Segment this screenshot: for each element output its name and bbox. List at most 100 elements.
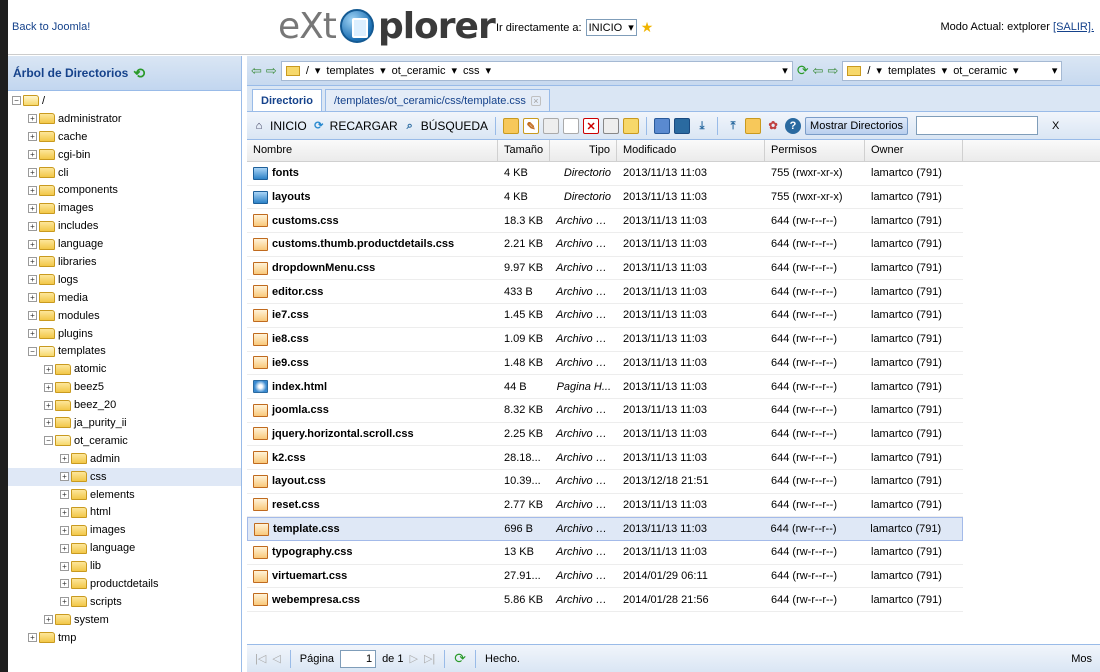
expand-icon[interactable]: + (44, 364, 53, 374)
column-header[interactable]: Owner (865, 140, 963, 161)
expand-icon[interactable]: + (28, 150, 37, 160)
tree-node[interactable]: + html (8, 503, 241, 521)
path-segment[interactable]: ot_ceramic (392, 65, 446, 77)
expand-icon[interactable]: + (28, 114, 37, 124)
logout-link[interactable]: [SALIR]. (1053, 21, 1094, 33)
expand-icon[interactable]: + (60, 579, 69, 589)
file-row[interactable]: layout.css 10.39... Archivo C... 2013/12/18… (247, 470, 963, 494)
expand-icon[interactable]: + (28, 221, 37, 231)
expand-icon[interactable]: + (44, 615, 53, 625)
help-icon[interactable]: ? (785, 117, 802, 134)
tree-node[interactable]: + beez5 (8, 378, 241, 396)
path-segment[interactable]: ot_ceramic (953, 65, 1007, 77)
first-page-icon[interactable]: |◁ (255, 652, 266, 665)
expand-icon[interactable]: + (28, 203, 37, 213)
download-icon[interactable]: ⤓ (694, 118, 710, 134)
column-header[interactable]: Nombre (247, 140, 498, 161)
tree-node[interactable]: − ot_ceramic (8, 432, 241, 450)
tree-node[interactable]: − / (8, 92, 241, 110)
back-to-joomla-link[interactable]: Back to Joomla! (12, 21, 90, 33)
tab-template-css[interactable]: /templates/ot_ceramic/css/template.css × (324, 89, 550, 111)
tree-node[interactable]: + modules (8, 307, 241, 325)
tree-node[interactable]: + elements (8, 486, 241, 504)
file-row[interactable]: layouts 4 KB Directorio 2013/11/13 11:03 755… (247, 186, 963, 210)
tree-node[interactable]: + lib (8, 557, 241, 575)
expand-icon[interactable]: + (60, 507, 69, 517)
inicio-button[interactable]: ⌂ INICIO (251, 118, 307, 134)
mostrar-directorios-button[interactable]: Mostrar Directorios (805, 116, 908, 135)
file-row[interactable]: ie8.css 1.09 KB Archivo C... 2013/11/13 11:… (247, 328, 963, 352)
tree-node[interactable]: + system (8, 611, 241, 629)
path-breadcrumb[interactable]: / ▾ templates ▾ ot_ceramic ▾ css ▾ ▾ (280, 60, 793, 81)
path-segment[interactable]: templates (888, 65, 936, 77)
expand-icon[interactable]: + (60, 525, 69, 535)
close-tab-icon[interactable]: × (530, 95, 541, 106)
path-dropdown-icon[interactable]: ▾ (1052, 64, 1058, 77)
file-row[interactable]: index.html 44 B Pagina H... 2013/11/13 11:0… (247, 375, 963, 399)
expand-icon[interactable]: + (60, 561, 69, 571)
tree-node[interactable]: + images (8, 199, 241, 217)
tree-node[interactable]: + ja_purity_ii (8, 414, 241, 432)
move-icon[interactable] (563, 117, 580, 134)
filter-input[interactable] (915, 116, 1038, 135)
expand-icon[interactable]: + (28, 275, 37, 285)
chevron-down-icon[interactable]: ▾ (315, 64, 321, 77)
tree-node[interactable]: + scripts (8, 593, 241, 611)
next-page-icon[interactable]: ▷ (409, 652, 417, 665)
path-dropdown-icon[interactable]: ▾ (782, 64, 788, 77)
file-row[interactable]: editor.css 433 B Archivo C... 2013/11/13 11… (247, 280, 963, 305)
expand-icon[interactable]: + (28, 293, 37, 303)
new-file-icon[interactable] (503, 117, 520, 134)
expand-icon[interactable]: + (28, 239, 37, 249)
file-row[interactable]: jquery.horizontal.scroll.css 2.25 KB Archi… (247, 423, 963, 447)
file-row[interactable]: template.css 696 B Archivo C... 2013/11/13 … (247, 517, 963, 541)
recargar-button[interactable]: ⟳ RECARGAR (311, 118, 398, 134)
reload-path-icon[interactable]: ⟳ (797, 62, 809, 79)
column-header[interactable]: Tamaño (498, 140, 550, 161)
collapse-icon[interactable]: − (12, 96, 21, 106)
tree-node[interactable]: − templates (8, 342, 241, 360)
expand-icon[interactable]: + (60, 472, 69, 482)
extract-icon[interactable] (745, 117, 762, 134)
refresh-page-icon[interactable]: ⟳ (454, 650, 466, 667)
rename-icon[interactable] (603, 117, 620, 134)
settings-icon[interactable]: ✿ (765, 118, 781, 134)
clear-filter-button[interactable]: X (1052, 120, 1059, 132)
file-row[interactable]: ie9.css 1.48 KB Archivo C... 2013/11/13 11:… (247, 352, 963, 376)
tree-node[interactable]: + cgi-bin (8, 146, 241, 164)
page-number-input[interactable] (340, 649, 377, 668)
file-row[interactable]: reset.css 2.77 KB Archivo C... 2013/11/13 1… (247, 494, 963, 518)
file-row[interactable]: customs.css 18.3 KB Archivo C... 2013/11/13… (247, 209, 963, 234)
chevron-down-icon[interactable]: ▾ (1013, 64, 1019, 77)
tree-node[interactable]: + libraries (8, 253, 241, 271)
path-segment[interactable]: css (463, 65, 480, 77)
edit-icon[interactable]: ✎ (523, 117, 540, 134)
collapse-icon[interactable]: − (44, 436, 53, 446)
tree-node[interactable]: + language (8, 235, 241, 253)
copy-icon[interactable] (543, 117, 560, 134)
busqueda-button[interactable]: ⌕ BÚSQUEDA (402, 118, 488, 134)
tree-node[interactable]: + productdetails (8, 575, 241, 593)
last-page-icon[interactable]: ▷| (424, 652, 435, 665)
chevron-down-icon[interactable]: ▾ (876, 64, 882, 77)
file-row[interactable]: typography.css 13 KB Archivo C... 2013/11/1… (247, 541, 963, 565)
back-arrow-icon-2[interactable]: ⇦ (813, 63, 824, 79)
tree-node[interactable]: + cli (8, 164, 241, 182)
expand-icon[interactable]: + (28, 257, 37, 267)
file-row[interactable]: joomla.css 8.32 KB Archivo C... 2013/11/13 … (247, 399, 963, 423)
expand-icon[interactable]: + (44, 382, 53, 392)
expand-icon[interactable]: + (28, 168, 37, 177)
archive-icon[interactable] (674, 117, 691, 134)
expand-icon[interactable]: + (28, 185, 37, 195)
expand-icon[interactable]: + (60, 490, 69, 500)
expand-icon[interactable]: + (28, 633, 37, 643)
tree-node[interactable]: + tmp (8, 629, 241, 647)
tree-node[interactable]: + media (8, 289, 241, 307)
expand-icon[interactable]: + (44, 418, 53, 428)
expand-icon[interactable]: + (60, 543, 69, 553)
file-row[interactable]: k2.css 28.18... Archivo C... 2013/11/13 11:… (247, 446, 963, 470)
tree-node[interactable]: + includes (8, 217, 241, 235)
expand-icon[interactable]: + (60, 597, 69, 607)
file-row[interactable]: webempresa.css 5.86 KB Archivo C... 2014/01… (247, 588, 963, 613)
tree-node[interactable]: + images (8, 521, 241, 539)
